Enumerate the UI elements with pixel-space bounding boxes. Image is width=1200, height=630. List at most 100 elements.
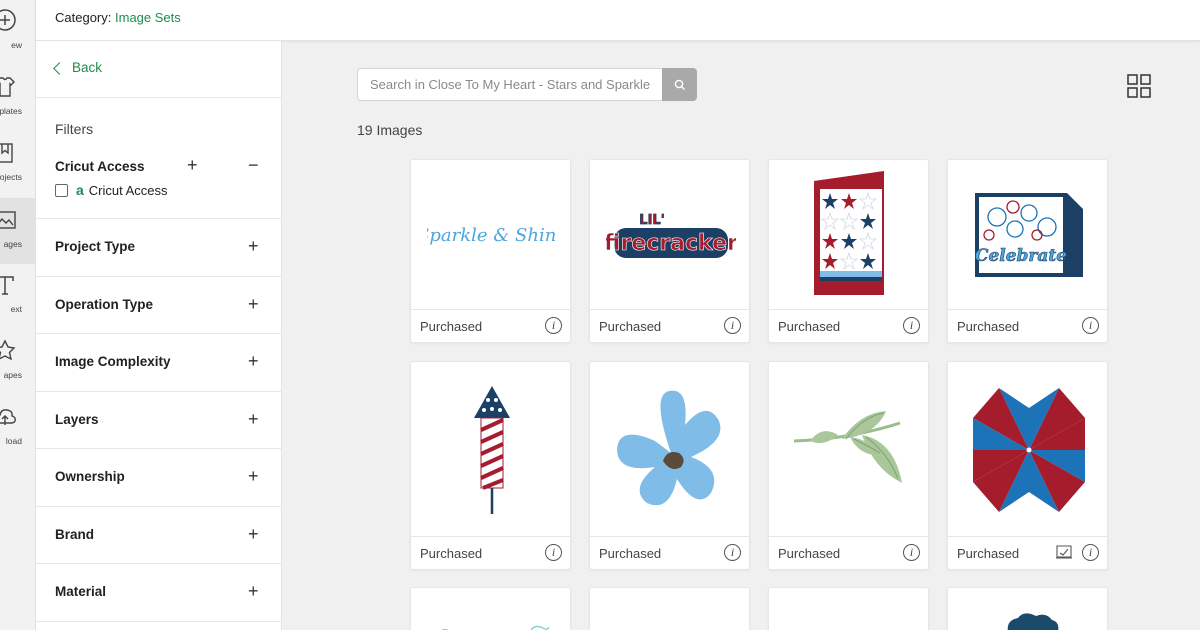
sparkle-shine-image: Sparkle & Shine <box>427 225 557 246</box>
info-icon[interactable]: i <box>724 544 741 561</box>
blue-flower-image <box>616 390 720 505</box>
rail-label-new: ew <box>11 40 22 50</box>
purchased-label: Purchased <box>778 546 841 561</box>
image-thumbnail <box>769 362 928 537</box>
expand-plus-icon[interactable]: + <box>248 236 259 257</box>
collapse-minus-icon[interactable]: − <box>248 155 259 176</box>
divider <box>36 97 282 98</box>
category-breadcrumb: Category: Image Sets <box>55 10 181 25</box>
text-icon <box>0 276 14 295</box>
image-icon <box>0 211 16 229</box>
rail-label-templates: plates <box>0 106 22 116</box>
card-footer: Purchased i <box>590 309 749 342</box>
image-card[interactable]: Purchased i <box>768 361 929 570</box>
image-card[interactable] <box>768 587 929 630</box>
filter-group-ownership[interactable]: Ownership + <box>36 449 282 506</box>
rail-label-text: ext <box>10 304 22 314</box>
image-count: 19 Images <box>357 122 423 138</box>
app-nav-rail: ew plates ojects ages ext apes load <box>0 0 36 630</box>
info-icon[interactable]: i <box>724 317 741 334</box>
expand-plus-icon[interactable]: + <box>248 351 259 372</box>
expand-plus-icon[interactable]: + <box>187 155 198 176</box>
filters-title: Filters <box>55 121 94 137</box>
expand-plus-icon[interactable]: + <box>248 581 259 602</box>
expand-plus-icon[interactable]: + <box>248 524 259 545</box>
rail-item-templates[interactable]: plates <box>0 66 35 132</box>
top-bar: Category: Image Sets <box>36 0 1200 41</box>
image-card[interactable] <box>410 587 571 630</box>
rail-item-images[interactable]: ages <box>0 198 35 264</box>
rail-item-text[interactable]: ext <box>0 264 35 330</box>
card-footer: Purchased i <box>769 536 928 569</box>
rail-label-shapes: apes <box>3 370 22 380</box>
cricut-access-heading: Cricut Access <box>55 159 145 174</box>
upload-cloud-icon <box>0 409 16 425</box>
filter-group-label: Project Type <box>55 239 136 254</box>
filter-group-layers[interactable]: Layers + <box>36 392 282 449</box>
purchased-label: Purchased <box>957 546 1020 561</box>
cricut-access-logo-icon: a <box>76 182 84 198</box>
filter-group-label: Image Complexity <box>55 354 171 369</box>
rail-label-upload: load <box>5 436 22 446</box>
cricut-access-option[interactable]: a Cricut Access <box>55 182 168 198</box>
info-icon[interactable]: i <box>545 317 562 334</box>
rail-item-upload[interactable]: load <box>0 396 35 462</box>
card-footer: Purchased i <box>411 536 570 569</box>
image-thumbnail: LIL' firecracker <box>590 160 749 310</box>
info-icon[interactable]: i <box>1082 544 1099 561</box>
divider <box>36 621 282 622</box>
cricut-access-checkbox[interactable] <box>55 183 68 197</box>
stars-card-image <box>813 171 884 295</box>
mat-compatible-icon <box>1056 545 1072 559</box>
main-content: 19 Images Sparkle & Shine Purchased i LI… <box>282 41 1200 630</box>
filter-group-project-type[interactable]: Project Type + <box>36 219 282 276</box>
info-icon[interactable]: i <box>903 317 920 334</box>
expand-plus-icon[interactable]: + <box>248 466 259 487</box>
image-card[interactable] <box>589 587 750 630</box>
image-card[interactable]: Purchased i <box>768 159 929 343</box>
filter-group-material[interactable]: Material + <box>36 564 282 621</box>
cricut-access-checkbox-label: Cricut Access <box>88 182 168 198</box>
image-card[interactable]: Purchased i <box>947 361 1108 570</box>
celebrate-card-image: Celebrate <box>974 193 1083 277</box>
image-card[interactable]: Celebrate Purchased i <box>947 159 1108 343</box>
image-card[interactable]: Purchased i <box>410 361 571 570</box>
purchased-label: Purchased <box>778 319 841 334</box>
filters-panel: Back Filters Cricut Access + − a Cricut … <box>36 41 282 630</box>
filter-group-brand[interactable]: Brand + <box>36 507 282 564</box>
back-button[interactable]: Back <box>53 60 102 75</box>
image-card[interactable]: LIL' firecracker Purchased i <box>589 159 750 343</box>
filter-group-label: Operation Type <box>55 297 154 312</box>
image-thumbnail: Celebrate <box>948 160 1107 310</box>
info-icon[interactable]: i <box>1082 317 1099 334</box>
card-footer: Purchased i <box>590 536 749 569</box>
image-card[interactable]: Sparkle & Shine Purchased i <box>410 159 571 343</box>
image-card[interactable] <box>947 587 1108 630</box>
grid-view-icon[interactable] <box>1127 74 1151 98</box>
rail-item-projects[interactable]: ojects <box>0 132 35 198</box>
pinwheel-image <box>972 387 1085 512</box>
rail-item-new[interactable]: ew <box>0 0 35 66</box>
rail-label-images: ages <box>3 239 22 249</box>
leaf-branch-image <box>793 410 902 483</box>
search-input[interactable] <box>358 69 658 100</box>
expand-plus-icon[interactable]: + <box>248 409 259 430</box>
search-button[interactable] <box>662 68 697 101</box>
card-footer: Purchased i <box>948 536 1107 569</box>
image-thumbnail: Sparkle & Shine <box>411 160 570 310</box>
rail-item-shapes[interactable]: apes <box>0 330 35 396</box>
purchased-label: Purchased <box>599 546 662 561</box>
info-icon[interactable]: i <box>545 544 562 561</box>
thumb-text: Celebrate <box>974 246 1066 266</box>
filter-group-image-complexity[interactable]: Image Complexity + <box>36 334 282 391</box>
purchased-label: Purchased <box>957 319 1020 334</box>
filter-group-operation-type[interactable]: Operation Type + <box>36 277 282 334</box>
rail-label-projects: ojects <box>0 172 22 182</box>
image-card[interactable]: Purchased i <box>589 361 750 570</box>
expand-plus-icon[interactable]: + <box>248 294 259 315</box>
image-thumbnail <box>948 362 1107 537</box>
category-value-link[interactable]: Image Sets <box>115 10 181 25</box>
lil-firecracker-image: LIL' firecracker <box>606 213 736 258</box>
info-icon[interactable]: i <box>903 544 920 561</box>
partial-navy-shape-image <box>1007 613 1059 630</box>
